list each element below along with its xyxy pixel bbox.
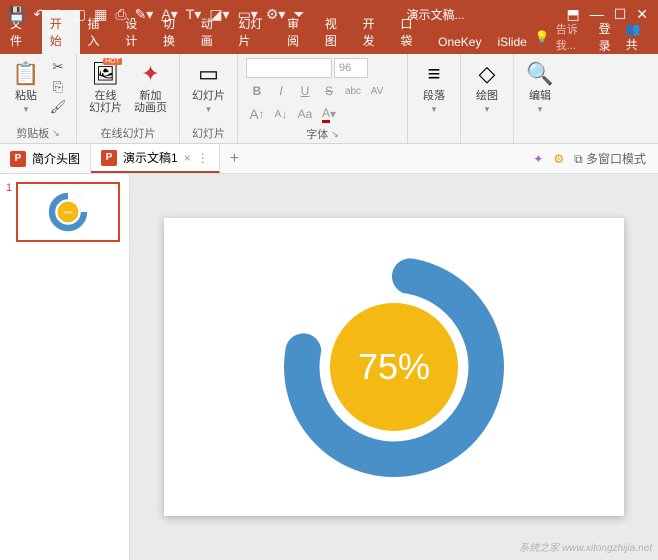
doc-tab-1[interactable]: P 简介头图 — [0, 144, 91, 173]
clipboard-icon: 📋 — [12, 60, 40, 88]
group-slides: ▭ 幻灯片 ▾ 幻灯片 — [180, 54, 238, 143]
font-name-input[interactable] — [246, 58, 332, 78]
font-color-icon[interactable]: A▾ — [161, 6, 177, 23]
paragraph-button[interactable]: ≡ 段落 ▾ — [416, 58, 452, 117]
font-launcher-icon[interactable]: ↘ — [331, 129, 339, 140]
slide-thumbnail-1[interactable]: 1 75% — [6, 182, 123, 242]
slide-canvas-area[interactable]: 75% — [130, 174, 658, 560]
slideshow-icon[interactable]: ▭▾ — [238, 6, 258, 23]
svg-text:75%: 75% — [63, 210, 73, 216]
new-file-icon[interactable]: ▢ — [73, 6, 86, 23]
qat-more-icon[interactable]: ⏷ — [293, 6, 304, 23]
slide[interactable]: 75% — [164, 218, 624, 516]
doc-tab-2[interactable]: P 演示文稿1 × ⋮ — [91, 144, 220, 173]
group-slides-label: 幻灯片 — [192, 123, 225, 141]
drawing-button[interactable]: ◇ 绘图 ▾ — [469, 58, 505, 117]
group-paragraph: ≡ 段落 ▾ — [408, 54, 461, 143]
add-tab-button[interactable]: + — [220, 150, 249, 168]
group-clipboard-label: 剪贴板 — [16, 125, 49, 141]
clipboard-launcher-icon[interactable]: ↘ — [52, 128, 60, 139]
shrink-font-button[interactable]: A↓ — [270, 104, 292, 124]
strike-button[interactable]: S — [318, 81, 340, 101]
watermark: 系统之家 www.xitongzhijia.net — [519, 539, 652, 554]
bold-button[interactable]: B — [246, 81, 268, 101]
progress-chart[interactable]: 75% — [279, 252, 509, 482]
multiwindow-button[interactable]: ⧉ 多窗口模式 — [574, 150, 646, 167]
tab-developer[interactable]: 开发 — [355, 10, 393, 54]
doc-tab-1-label: 简介头图 — [32, 150, 80, 167]
slide-icon: ▭ — [195, 60, 223, 88]
powerpoint-icon: P — [101, 150, 117, 166]
clear-format-button[interactable]: abc — [342, 81, 364, 101]
thumbnail-chart-icon: 75% — [48, 192, 88, 232]
open-icon[interactable]: ▦ — [94, 6, 107, 23]
lightbulb-icon[interactable]: 💡 — [535, 30, 550, 44]
redo-icon[interactable]: ↷ — [53, 6, 65, 23]
tab-menu-icon[interactable]: ⋮ — [197, 151, 209, 165]
new-animation-button[interactable]: ✦ 新加 动画页 — [130, 58, 171, 116]
share-button[interactable]: 👥 共 — [626, 22, 652, 53]
paste-button[interactable]: 📋 粘贴 ▾ — [8, 58, 44, 117]
tell-me-input[interactable]: 告诉我... — [556, 21, 593, 53]
powerpoint-icon: P — [10, 151, 26, 167]
undo-icon[interactable]: ↶ — [33, 6, 45, 23]
find-icon: 🔍 — [526, 60, 554, 88]
online-slides-button[interactable]: HOT 🖼 在线 幻灯片 — [85, 58, 126, 116]
font-size-input[interactable] — [334, 58, 368, 78]
tab-view[interactable]: 视图 — [317, 10, 355, 54]
group-drawing: ◇ 绘图 ▾ — [461, 54, 514, 143]
work-area: 1 75% — [0, 174, 658, 560]
doc-tab-2-label: 演示文稿1 — [123, 149, 178, 166]
font-color-button[interactable]: A▾ — [318, 104, 340, 124]
save-icon[interactable]: 💾 — [8, 6, 25, 23]
tab-islide[interactable]: iSlide — [489, 30, 534, 54]
animation-page-icon: ✦ — [137, 60, 165, 88]
change-case-button[interactable]: Aa — [294, 104, 316, 124]
print-icon[interactable]: ⎙ — [115, 6, 126, 23]
magic-icon[interactable]: ✦ — [533, 152, 543, 166]
ribbon: 📋 粘贴 ▾ ✂ ⎘ 🖌 剪贴板 ↘ HOT 🖼 在线 幻灯片 ✦ 新加 动画页 — [0, 54, 658, 144]
settings-icon[interactable]: ⚙▾ — [266, 6, 286, 23]
underline-button[interactable]: U — [294, 81, 316, 101]
tab-close-icon[interactable]: × — [184, 151, 191, 165]
gear-icon[interactable]: ⚙ — [553, 152, 564, 166]
group-online-slides: HOT 🖼 在线 幻灯片 ✦ 新加 动画页 在线幻灯片 — [77, 54, 180, 143]
shapes-icon[interactable]: ◪▾ — [209, 6, 229, 23]
cut-icon[interactable]: ✂ — [48, 58, 68, 76]
slide-thumbnails-panel: 1 75% — [0, 174, 130, 560]
italic-button[interactable]: I — [270, 81, 292, 101]
char-spacing-button[interactable]: AV — [366, 81, 388, 101]
format-painter-icon[interactable]: 🖌 — [48, 98, 68, 116]
group-font-label: 字体 — [306, 126, 328, 142]
shapes-group-icon: ◇ — [473, 60, 501, 88]
paragraph-icon: ≡ — [420, 60, 448, 88]
tab-pocket[interactable]: 口袋 — [392, 10, 430, 54]
chart-center-label: 75% — [358, 346, 430, 388]
textbox-icon[interactable]: T▾ — [186, 6, 202, 23]
group-font: B I U S abc AV A↑ A↓ Aa A▾ 字体 ↘ — [238, 54, 408, 143]
slide-number: 1 — [6, 182, 12, 242]
group-clipboard: 📋 粘贴 ▾ ✂ ⎘ 🖌 剪贴板 ↘ — [0, 54, 77, 143]
grow-font-button[interactable]: A↑ — [246, 104, 268, 124]
document-tabs: P 简介头图 P 演示文稿1 × ⋮ + ✦ ⚙ ⧉ 多窗口模式 — [0, 144, 658, 174]
slides-button[interactable]: ▭ 幻灯片 ▾ — [188, 58, 229, 117]
editing-button[interactable]: 🔍 编辑 ▾ — [522, 58, 558, 117]
login-button[interactable]: 登录 — [599, 20, 620, 54]
brush-icon[interactable]: ✎▾ — [135, 6, 154, 23]
group-editing: 🔍 编辑 ▾ — [514, 54, 566, 143]
ribbon-tabs: 文件 开始 插入 设计 切换 动画 幻灯片 审阅 视图 开发 口袋 OneKey… — [0, 28, 658, 54]
hot-badge: HOT — [103, 58, 122, 65]
copy-icon[interactable]: ⎘ — [48, 78, 68, 96]
tab-onekey[interactable]: OneKey — [430, 30, 489, 54]
group-online-slides-label: 在线幻灯片 — [101, 123, 156, 141]
